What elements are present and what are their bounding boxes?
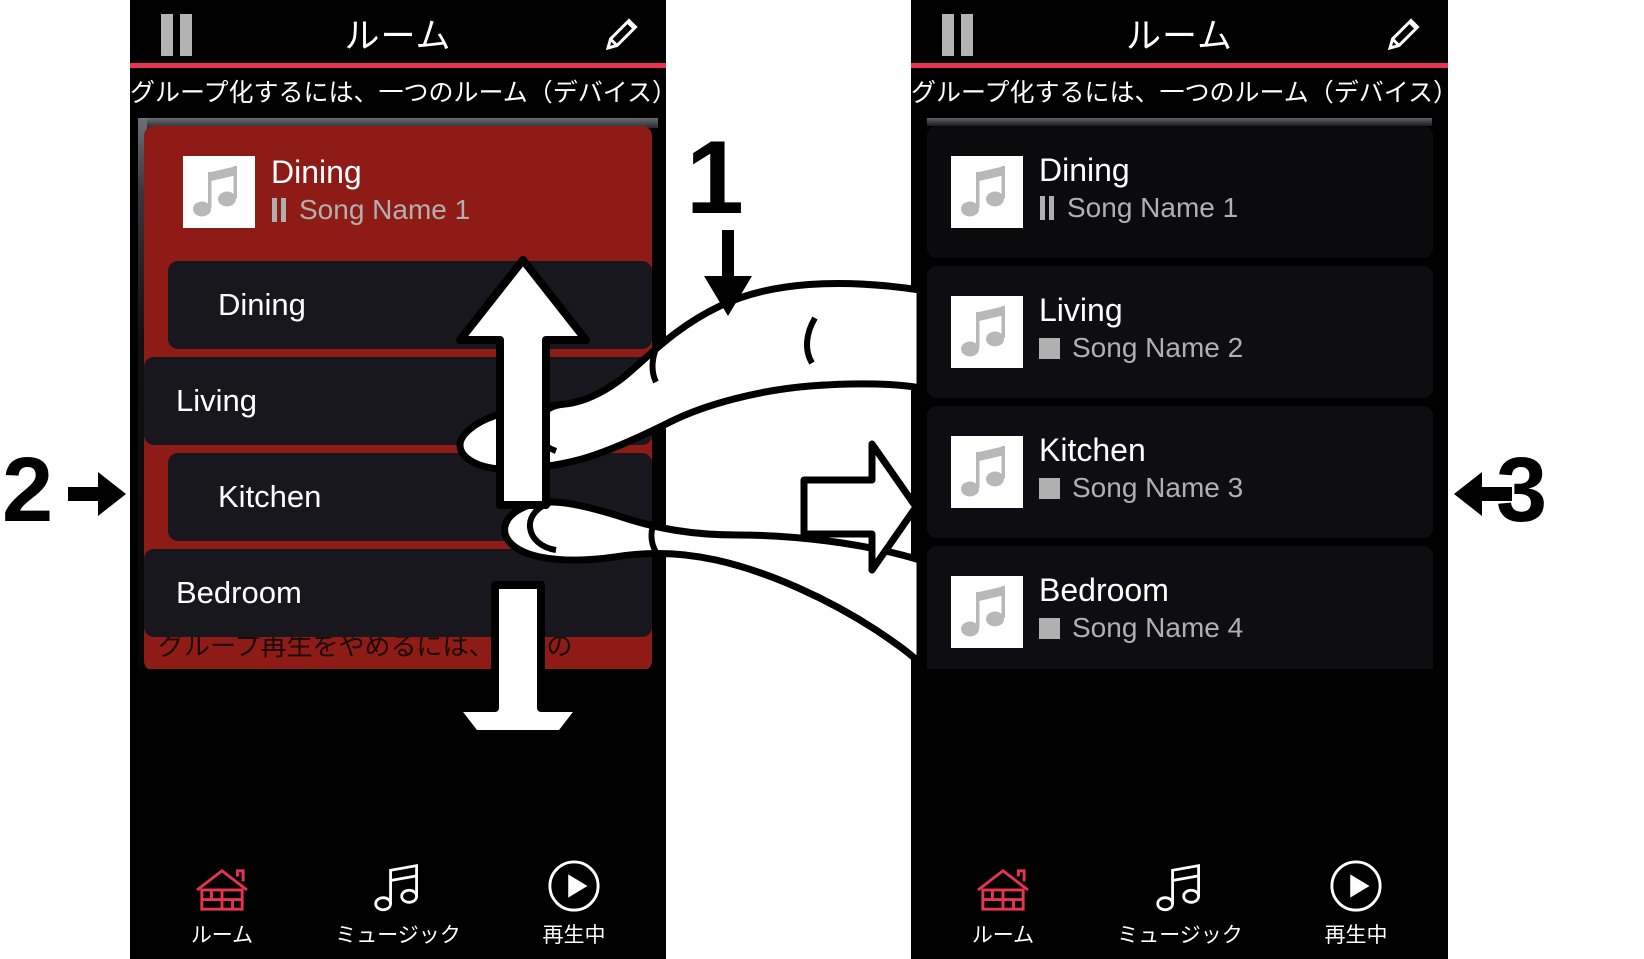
arrow-down-icon: [704, 230, 752, 316]
room-row-kitchen[interactable]: Kitchen: [168, 453, 652, 541]
room-row-living[interactable]: Living: [144, 357, 652, 445]
transition-arrow-right-icon: [800, 440, 920, 574]
room-row-bedroom[interactable]: Bedroom: [144, 549, 652, 637]
nav-item-nowplaying[interactable]: 再生中: [1267, 855, 1445, 949]
room-label: Bedroom: [176, 575, 302, 610]
left-header: ルーム: [130, 0, 666, 68]
step-2-label: 2: [2, 439, 54, 541]
step-3-label: 3: [1496, 439, 1548, 541]
left-bottom-nav: ルーム ミュージック 再生中: [130, 839, 666, 959]
music-note-icon: [951, 576, 1023, 648]
song-row: Song Name 4: [1039, 612, 1243, 644]
room-row-bedroom[interactable]: Bedroom Song Name 4: [927, 546, 1433, 669]
group-song-name: Song Name 1: [299, 194, 471, 225]
music-note-icon: [183, 156, 255, 228]
nav-label: 再生中: [1324, 923, 1388, 947]
room-name: Dining: [1039, 152, 1130, 188]
nav-item-music[interactable]: ミュージック: [309, 855, 487, 949]
song-name: Song Name 3: [1072, 472, 1244, 503]
nav-label: ミュージック: [1117, 923, 1243, 947]
right-subtitle: グループ化するには、一つのルーム（デバイス）を別の: [911, 68, 1448, 118]
right-room-scroll-area[interactable]: Dining Song Name 1 Living Song Name 2 Ki…: [911, 118, 1448, 669]
song-name: Song Name 4: [1072, 612, 1244, 643]
room-label: Kitchen: [218, 479, 322, 514]
room-row-living[interactable]: Living Song Name 2: [927, 266, 1433, 398]
music-note-icon: [951, 156, 1023, 228]
pause-icon: [271, 198, 287, 222]
play-circle-icon: [485, 855, 663, 913]
song-row: Song Name 3: [1039, 472, 1243, 504]
song-row: Song Name 1: [1039, 192, 1238, 224]
pencil-icon[interactable]: [1380, 12, 1426, 58]
music-note-icon: [309, 855, 487, 913]
play-circle-icon: [1267, 855, 1445, 913]
group-room-name: Dining: [271, 154, 362, 190]
stop-icon: [1039, 338, 1060, 359]
stop-icon: [1039, 618, 1060, 639]
right-bottom-nav: ルーム ミュージック 再生中: [911, 839, 1448, 959]
group-now-playing: Dining Song Name 1: [158, 134, 658, 242]
nav-label: ルーム: [190, 923, 254, 947]
music-note-icon: [951, 296, 1023, 368]
nav-item-nowplaying[interactable]: 再生中: [485, 855, 663, 949]
house-icon: [133, 855, 311, 913]
pause-icon: [1039, 196, 1055, 220]
room-name: Living: [1039, 292, 1123, 328]
nav-label: 再生中: [542, 923, 606, 947]
room-name: Kitchen: [1039, 432, 1146, 468]
nav-label: ミュージック: [335, 923, 461, 947]
header-accent-rule: [911, 63, 1448, 68]
house-icon: [914, 855, 1092, 913]
room-row-dining[interactable]: Dining: [168, 261, 652, 349]
scroll-edge-top: [927, 118, 1432, 126]
music-note-icon: [951, 436, 1023, 508]
left-subtitle: グループ化するには、一つのルーム（デバイス）を別の: [130, 68, 666, 118]
group-song-row: Song Name 1: [271, 194, 470, 226]
room-label: Living: [176, 383, 257, 418]
room-label: Dining: [218, 287, 306, 322]
room-row-dining[interactable]: Dining Song Name 1: [927, 126, 1433, 258]
pencil-icon[interactable]: [598, 12, 644, 58]
song-name: Song Name 1: [1067, 192, 1239, 223]
music-note-icon: [1091, 855, 1269, 913]
arrow-right-icon: [68, 472, 126, 516]
page-title: ルーム: [1126, 17, 1233, 57]
phone-left: ルーム グループ化するには、一つのルーム（デバイス）を別の: [130, 0, 666, 959]
page-title: ルーム: [344, 17, 452, 57]
nav-item-music[interactable]: ミュージック: [1091, 855, 1269, 949]
nav-label: ルーム: [971, 923, 1035, 947]
nav-item-rooms[interactable]: ルーム: [914, 855, 1092, 949]
phone-right: ルーム グループ化するには、一つのルーム（デバイス）を別の: [911, 0, 1448, 959]
song-name: Song Name 2: [1072, 332, 1244, 363]
left-room-scroll-area[interactable]: Dining Song Name 1 グループ再生をやめるには、対象の を Di…: [130, 118, 666, 669]
song-row: Song Name 2: [1039, 332, 1243, 364]
stop-icon: [1039, 478, 1060, 499]
room-row-kitchen[interactable]: Kitchen Song Name 3: [927, 406, 1433, 538]
right-header: ルーム: [911, 0, 1448, 68]
room-name: Bedroom: [1039, 572, 1169, 608]
step-1-label: 1: [686, 120, 744, 236]
nav-item-rooms[interactable]: ルーム: [133, 855, 311, 949]
header-accent-rule: [130, 63, 666, 68]
